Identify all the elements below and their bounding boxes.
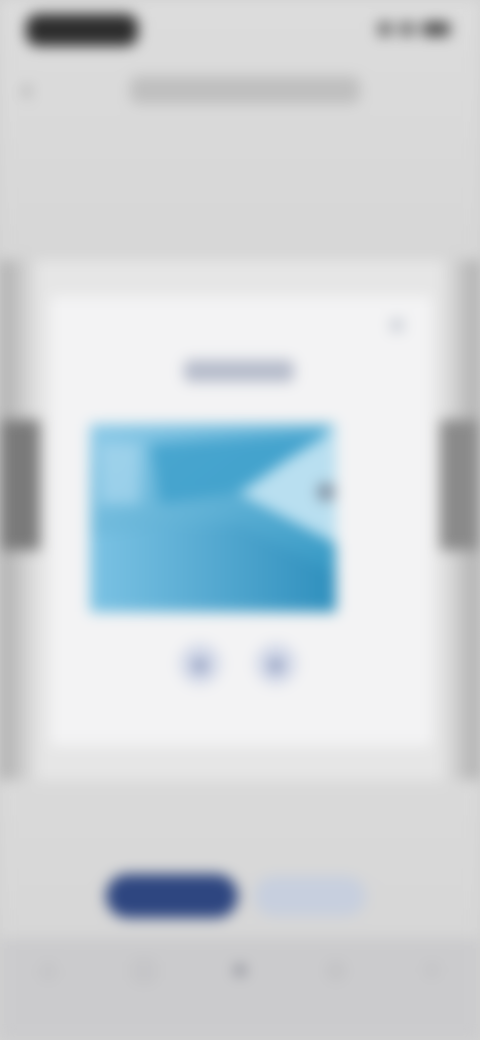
primary-button[interactable] bbox=[106, 874, 238, 918]
wifi-icon bbox=[400, 22, 414, 36]
tab-5[interactable]: ○ bbox=[402, 956, 462, 1040]
page-title bbox=[130, 76, 360, 104]
illustration-graphic bbox=[90, 424, 336, 612]
tab-3[interactable]: ● bbox=[210, 956, 270, 1040]
tab-3-label bbox=[210, 988, 270, 1004]
option-left-label bbox=[178, 698, 222, 714]
option-right[interactable]: ◉ bbox=[254, 644, 298, 714]
tab-4[interactable]: ◇ bbox=[306, 956, 366, 1040]
option-left-icon[interactable]: ◉ bbox=[180, 644, 220, 684]
battery-icon bbox=[422, 22, 450, 36]
close-icon[interactable]: ✕ bbox=[384, 314, 410, 340]
tab-4-icon: ◇ bbox=[326, 956, 346, 983]
illustration-image bbox=[90, 424, 336, 612]
back-arrow-icon[interactable]: ‹ bbox=[22, 74, 54, 106]
secondary-button[interactable] bbox=[254, 876, 366, 916]
modal-title bbox=[184, 360, 294, 382]
option-right-icon[interactable]: ◉ bbox=[256, 644, 296, 684]
tab-2[interactable]: ▢ bbox=[114, 956, 174, 1040]
tab-2-icon: ▢ bbox=[132, 956, 156, 983]
tab-5-label bbox=[402, 988, 462, 1004]
status-time bbox=[26, 14, 138, 46]
tab-bar: ⌂ ▢ ● ◇ ○ bbox=[0, 938, 480, 1040]
status-icons bbox=[378, 22, 450, 36]
nav-bar: ‹ bbox=[0, 64, 480, 116]
tab-1-icon: ⌂ bbox=[40, 956, 56, 983]
tab-1[interactable]: ⌂ bbox=[18, 956, 78, 1040]
background-image-right bbox=[440, 420, 480, 550]
tab-1-label bbox=[18, 988, 78, 1004]
app-screen: ‹ ✕ ◉ ◉ ⌂ ▢ ● ◇ ○ bbox=[0, 0, 480, 1040]
modal-dialog: ✕ ◉ ◉ bbox=[50, 296, 432, 746]
option-right-label bbox=[254, 698, 298, 714]
tab-4-label bbox=[306, 988, 366, 1004]
signal-icon bbox=[378, 22, 392, 36]
option-left[interactable]: ◉ bbox=[178, 644, 222, 714]
tab-3-icon: ● bbox=[232, 956, 248, 983]
status-bar bbox=[0, 0, 480, 64]
tab-2-label bbox=[114, 988, 174, 1004]
tab-5-icon: ○ bbox=[424, 956, 440, 983]
background-image-left bbox=[0, 420, 40, 550]
